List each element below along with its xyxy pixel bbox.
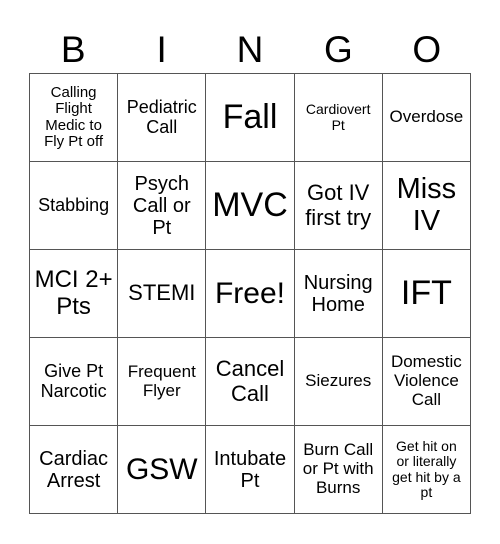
bingo-cell[interactable]: Burn Call or Pt with Burns — [294, 426, 383, 514]
bingo-cell[interactable]: Stabbing — [30, 162, 119, 250]
cell-text: MVC — [212, 185, 288, 224]
bingo-cell[interactable]: Psych Call or Pt — [118, 162, 207, 250]
cell-text: GSW — [125, 453, 198, 486]
bingo-cell[interactable]: STEMI — [118, 250, 207, 338]
bingo-cell free-space[interactable]: Free! — [206, 250, 295, 338]
bingo-cell[interactable]: Get hit on or literally get hit by a pt — [382, 426, 471, 514]
bingo-cell[interactable]: Calling Flight Medic to Fly Pt off — [30, 74, 119, 162]
cell-text: Burn Call or Pt with Burns — [302, 440, 374, 497]
bingo-cell[interactable]: GSW — [118, 426, 207, 514]
bingo-cell[interactable]: Got IV first try — [294, 162, 383, 250]
bingo-cell[interactable]: MCI 2+ Pts — [30, 250, 119, 338]
cell-text: Frequent Flyer — [127, 361, 196, 400]
bingo-cell[interactable]: Siezures — [294, 338, 383, 426]
bingo-cell[interactable]: Cancel Call — [206, 338, 295, 426]
bingo-cell[interactable]: Overdose — [382, 74, 471, 162]
cell-text: Domestic Violence Call — [390, 352, 462, 409]
header-letter-i: I — [156, 29, 167, 70]
cell-text: Fall — [222, 97, 278, 136]
bingo-cell[interactable]: Give Pt Narcotic — [30, 338, 119, 426]
cell-text: MCI 2+ Pts — [34, 266, 113, 320]
bingo-cell[interactable]: Domestic Violence Call — [382, 338, 471, 426]
cell-text: Give Pt Narcotic — [40, 360, 107, 401]
cell-text: Calling Flight Medic to Fly Pt off — [44, 83, 104, 150]
bingo-cell[interactable]: Frequent Flyer — [118, 338, 207, 426]
cell-text: Cardiovert Pt — [305, 101, 371, 133]
cell-text: Pediatric Call — [126, 96, 197, 137]
cell-text: Nursing Home — [303, 271, 373, 316]
cell-text: Stabbing — [38, 194, 110, 215]
bingo-cell[interactable]: IFT — [382, 250, 471, 338]
cell-text: Intubate Pt — [213, 447, 287, 492]
cell-text: Psych Call or Pt — [132, 172, 191, 239]
header-letter-o: O — [412, 29, 442, 70]
bingo-grid: Calling Flight Medic to Fly Pt off Pedia… — [29, 73, 471, 514]
bingo-cell[interactable]: Pediatric Call — [118, 74, 207, 162]
cell-text: IFT — [400, 273, 452, 312]
cell-text: Free! — [214, 277, 285, 310]
header-letter-n: N — [236, 29, 264, 70]
cell-text: Cardiac Arrest — [39, 447, 109, 492]
bingo-cell[interactable]: Cardiac Arrest — [30, 426, 119, 514]
cell-text: STEMI — [128, 280, 196, 306]
header-letter-b: B — [60, 29, 86, 70]
bingo-cell[interactable]: Intubate Pt — [206, 426, 295, 514]
cell-text: Siezures — [305, 371, 372, 391]
bingo-cell[interactable]: Cardiovert Pt — [294, 74, 383, 162]
cell-text: Get hit on or literally get hit by a pt — [392, 437, 461, 500]
bingo-cell[interactable]: Miss IV — [382, 162, 471, 250]
cell-text: Got IV first try — [305, 180, 372, 230]
bingo-header: B I N G O — [29, 28, 471, 72]
bingo-cell[interactable]: Nursing Home — [294, 250, 383, 338]
cell-text: Cancel Call — [215, 356, 285, 406]
cell-text: Miss IV — [396, 172, 457, 237]
bingo-cell[interactable]: MVC — [206, 162, 295, 250]
bingo-cell[interactable]: Fall — [206, 74, 295, 162]
header-letter-g: G — [324, 29, 353, 70]
cell-text: Overdose — [389, 107, 464, 127]
